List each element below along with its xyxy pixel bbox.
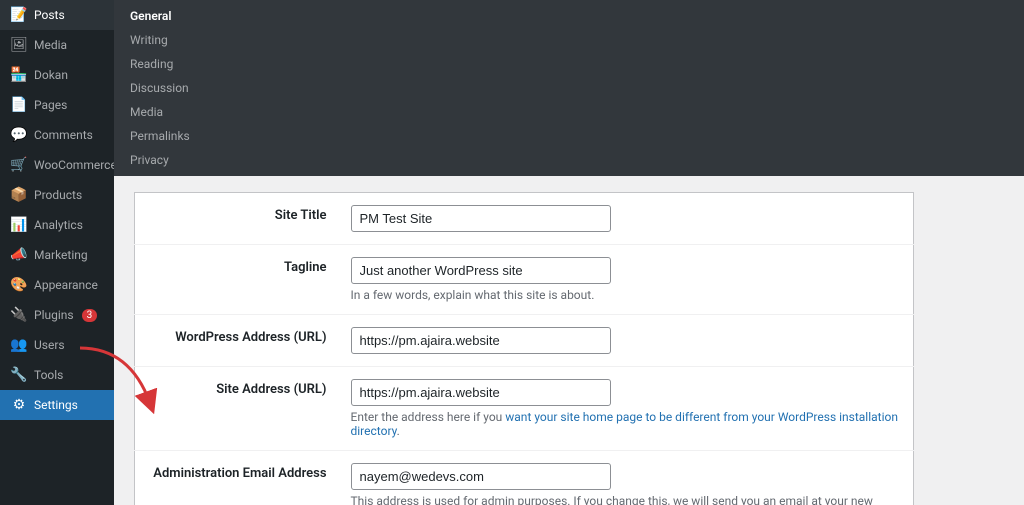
tagline-cell: In a few words, explain what this site i…	[345, 245, 914, 315]
submenu-item-permalinks[interactable]: Permalinks	[114, 124, 1024, 148]
settings-wrap: Site Title Tagline In a few words, expla…	[114, 176, 934, 505]
woocommerce-icon: 🛒	[10, 157, 28, 173]
admin-email-cell: This address is used for admin purposes.…	[345, 451, 914, 505]
submenu-item-writing[interactable]: Writing	[114, 28, 1024, 52]
sidebar-item-plugins[interactable]: 🔌 Plugins 3	[0, 300, 114, 330]
sidebar-label-dokan: Dokan	[34, 68, 68, 82]
submenu-item-discussion[interactable]: Discussion	[114, 76, 1024, 100]
sidebar-item-appearance[interactable]: 🎨 Appearance	[0, 270, 114, 300]
admin-email-input[interactable]	[351, 463, 611, 490]
submenu-item-general[interactable]: General	[114, 4, 1024, 28]
wp-address-input[interactable]	[351, 327, 611, 354]
sidebar-label-plugins: Plugins	[34, 308, 74, 322]
badge-plugins: 3	[82, 309, 98, 322]
sidebar-label-users: Users	[34, 338, 65, 352]
row-site-title: Site Title	[135, 193, 914, 245]
tagline-label: Tagline	[135, 245, 345, 315]
site-address-input[interactable]	[351, 379, 611, 406]
submenu: GeneralWritingReadingDiscussionMediaPerm…	[114, 0, 1024, 176]
wp-address-label: WordPress Address (URL)	[135, 315, 345, 367]
dokan-icon: 🏪	[10, 67, 28, 83]
settings-icon: ⚙	[10, 397, 28, 413]
row-admin-email: Administration Email Address This addres…	[135, 451, 914, 505]
tools-icon: 🔧	[10, 367, 28, 383]
sidebar-item-settings[interactable]: ⚙ Settings	[0, 390, 114, 420]
pages-icon: 📄	[10, 97, 28, 113]
sidebar-label-settings: Settings	[34, 398, 78, 412]
marketing-icon: 📣	[10, 247, 28, 263]
main-content: GeneralWritingReadingDiscussionMediaPerm…	[114, 0, 1024, 505]
sidebar-label-appearance: Appearance	[34, 278, 98, 292]
tagline-input[interactable]	[351, 257, 611, 284]
posts-icon: 📝	[10, 7, 28, 23]
sidebar-label-pages: Pages	[34, 98, 67, 112]
site-address-pre: Enter the address here if you	[351, 410, 506, 424]
site-title-label: Site Title	[135, 193, 345, 245]
site-address-label: Site Address (URL)	[135, 367, 345, 451]
media-icon: 🖼	[10, 37, 28, 53]
row-wp-address: WordPress Address (URL)	[135, 315, 914, 367]
sidebar-item-users[interactable]: 👥 Users	[0, 330, 114, 360]
sidebar-item-pages[interactable]: 📄 Pages	[0, 90, 114, 120]
sidebar-label-comments: Comments	[34, 128, 93, 142]
sidebar-label-woocommerce: WooCommerce	[34, 158, 114, 172]
sidebar-item-dokan[interactable]: 🏪 Dokan	[0, 60, 114, 90]
sidebar-item-media[interactable]: 🖼 Media	[0, 30, 114, 60]
users-icon: 👥	[10, 337, 28, 353]
submenu-item-privacy[interactable]: Privacy	[114, 148, 1024, 172]
site-address-desc: Enter the address here if you want your …	[351, 410, 902, 438]
settings-table: Site Title Tagline In a few words, expla…	[134, 192, 914, 505]
submenu-item-reading[interactable]: Reading	[114, 52, 1024, 76]
sidebar-item-products[interactable]: 📦 Products	[0, 180, 114, 210]
comments-icon: 💬	[10, 127, 28, 143]
site-title-cell	[345, 193, 914, 245]
site-title-input[interactable]	[351, 205, 611, 232]
sidebar-label-analytics: Analytics	[34, 218, 83, 232]
sidebar-label-posts: Posts	[34, 8, 65, 22]
wp-address-cell	[345, 315, 914, 367]
site-address-post: .	[397, 424, 400, 438]
sidebar-label-tools: Tools	[34, 368, 63, 382]
sidebar-item-comments[interactable]: 💬 Comments	[0, 120, 114, 150]
products-icon: 📦	[10, 187, 28, 203]
sidebar-label-products: Products	[34, 188, 82, 202]
sidebar-label-marketing: Marketing	[34, 248, 88, 262]
tagline-desc: In a few words, explain what this site i…	[351, 288, 902, 302]
site-address-cell: Enter the address here if you want your …	[345, 367, 914, 451]
submenu-item-media[interactable]: Media	[114, 100, 1024, 124]
admin-email-label: Administration Email Address	[135, 451, 345, 505]
sidebar-item-tools[interactable]: 🔧 Tools	[0, 360, 114, 390]
plugins-icon: 🔌	[10, 307, 28, 323]
admin-email-desc-pre: This address is used for admin purposes.…	[351, 494, 873, 505]
row-site-address: Site Address (URL) Enter the address her…	[135, 367, 914, 451]
admin-email-desc: This address is used for admin purposes.…	[351, 494, 902, 505]
sidebar-item-woocommerce[interactable]: 🛒 WooCommerce	[0, 150, 114, 180]
row-tagline: Tagline In a few words, explain what thi…	[135, 245, 914, 315]
appearance-icon: 🎨	[10, 277, 28, 293]
sidebar: 📝 Posts 🖼 Media 🏪 Dokan 📄 Pages 💬 Commen…	[0, 0, 114, 505]
sidebar-item-posts[interactable]: 📝 Posts	[0, 0, 114, 30]
sidebar-item-marketing[interactable]: 📣 Marketing	[0, 240, 114, 270]
sidebar-label-media: Media	[34, 38, 67, 52]
sidebar-item-analytics[interactable]: 📊 Analytics	[0, 210, 114, 240]
analytics-icon: 📊	[10, 217, 28, 233]
